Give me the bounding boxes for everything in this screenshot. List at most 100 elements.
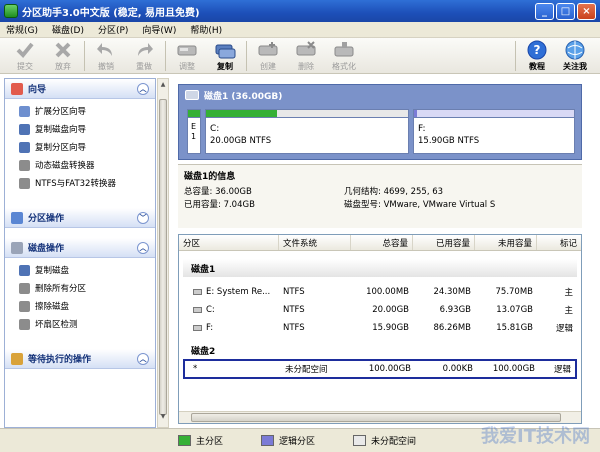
used-capacity: 已用容量: 7.04GB — [184, 200, 255, 210]
x-icon — [52, 40, 74, 60]
disk-op-copy[interactable]: 复制磁盘 — [19, 261, 155, 279]
cell-flag: 主 — [564, 306, 573, 316]
partition-ops-header[interactable]: 分区操作 ﹀ — [5, 208, 155, 228]
table-header: 分区 文件系统 总容量 已用容量 未用容量 标记 — [179, 235, 581, 251]
wizard-item-label: 扩展分区向导 — [35, 107, 87, 117]
toolbar-separator — [515, 41, 516, 71]
disk-geometry: 几何结构: 4699, 255, 63 — [344, 187, 444, 197]
column-header[interactable]: 文件系统 — [279, 235, 351, 250]
format-button[interactable]: 格式化 — [325, 38, 363, 74]
disk-icon — [11, 241, 23, 254]
legend-logical: 逻辑分区 — [261, 434, 315, 447]
check-icon — [19, 318, 30, 330]
table-row[interactable]: C: NTFS 20.00GB 6.93GB 13.07GB 主 — [179, 301, 581, 319]
left-panel: 向导 ︿ 扩展分区向导 复制磁盘向导 复制分区向导 动态磁盘转换器 NTFS与F… — [4, 78, 156, 428]
legend-label: 逻辑分区 — [279, 437, 316, 447]
chevron-up-icon[interactable]: ︿ — [137, 352, 149, 365]
wizard-item-copy-disk[interactable]: 复制磁盘向导 — [19, 120, 155, 138]
menu-help[interactable]: 帮助(H) — [190, 23, 222, 36]
adjust-button[interactable]: 调整 — [168, 38, 206, 74]
discard-button[interactable]: 放弃 — [44, 38, 82, 74]
cell-used: 24.30MB — [433, 287, 472, 297]
disk-ops-header[interactable]: 磁盘操作 ︿ — [5, 238, 155, 258]
help-icon: ? — [526, 40, 548, 60]
cell-fs: NTFS — [283, 287, 305, 297]
scrollbar-thumb[interactable] — [159, 99, 167, 415]
disk-op-label: 复制磁盘 — [35, 266, 70, 276]
disk-op-bad-sector[interactable]: 坏扇区检测 — [19, 315, 155, 333]
partition-usage-bar — [206, 110, 408, 118]
undo-button[interactable]: 撤销 — [87, 38, 125, 74]
menu-disk[interactable]: 磁盘(D) — [52, 23, 84, 36]
close-button[interactable]: × — [577, 2, 596, 20]
table-row[interactable]: E: System Re... NTFS 100.00MB 24.30MB 75… — [179, 283, 581, 301]
create-button[interactable]: 创建 — [249, 38, 287, 74]
partition-c[interactable]: C: 20.00GB NTFS — [205, 109, 409, 154]
left-panel-scrollbar[interactable]: ▲ ▼ — [157, 78, 169, 428]
partition-letter: E — [191, 122, 197, 131]
cell-fs: NTFS — [283, 323, 305, 333]
pending-ops-title: 等待执行的操作 — [28, 355, 92, 365]
cell-partition: C: — [206, 305, 215, 315]
scrollbar-thumb[interactable] — [191, 413, 561, 422]
chevron-up-icon[interactable]: ︿ — [137, 241, 149, 254]
cell-used: 86.26MB — [433, 323, 472, 333]
submit-button[interactable]: 提交 — [6, 38, 44, 74]
cell-total: 100.00GB — [368, 364, 411, 374]
disk-op-wipe[interactable]: 擦除磁盘 — [19, 297, 155, 315]
partition-name: C: — [210, 124, 220, 134]
wizard-item-extend[interactable]: 扩展分区向导 — [19, 102, 155, 120]
column-header[interactable]: 未用容量 — [475, 235, 537, 250]
partition-f[interactable]: F: 15.90GB NTFS — [413, 109, 575, 154]
partition-usage-bar — [188, 110, 200, 118]
maximize-button[interactable]: □ — [556, 2, 575, 20]
disk-model: 磁盘型号: VMware, VMware Virtual S — [344, 200, 496, 210]
disk-ops-title: 磁盘操作 — [28, 244, 65, 254]
convert-icon — [19, 177, 30, 189]
follow-button[interactable]: 关注我 — [556, 38, 594, 74]
chevron-up-icon[interactable]: ︿ — [137, 82, 149, 95]
scroll-up-arrow-icon[interactable]: ▲ — [159, 81, 167, 93]
chevron-down-icon[interactable]: ﹀ — [137, 211, 149, 224]
delete-button[interactable]: 删除 — [287, 38, 325, 74]
column-header[interactable]: 总容量 — [351, 235, 413, 250]
column-header[interactable]: 分区 — [179, 235, 279, 250]
follow-label: 关注我 — [563, 62, 587, 71]
menu-wizard[interactable]: 向导(W) — [142, 23, 176, 36]
toolbar-separator — [246, 41, 247, 71]
toolbar-separator — [84, 41, 85, 71]
wizard-item-dynamic-disk[interactable]: 动态磁盘转换器 — [19, 156, 155, 174]
table-horizontal-scrollbar[interactable] — [179, 411, 581, 423]
column-header[interactable]: 标记 — [537, 235, 581, 250]
disk-info-panel: 磁盘1的信息 总容量: 36.00GB 几何结构: 4699, 255, 63 … — [178, 164, 582, 228]
table-row-selected[interactable]: * 未分配空间 100.00GB 0.00KB 100.00GB 逻辑 — [183, 359, 577, 379]
disk-op-delete-all[interactable]: 删除所有分区 — [19, 279, 155, 297]
disk-map-title: 磁盘1 (36.00GB) — [204, 91, 283, 102]
copy-disk-icon — [19, 123, 30, 135]
redo-button[interactable]: 重做 — [125, 38, 163, 74]
drive-resize-icon — [176, 40, 198, 60]
tutorial-button[interactable]: ? 教程 — [518, 38, 556, 74]
pending-ops-header[interactable]: 等待执行的操作 ︿ — [5, 349, 155, 369]
wizard-item-ntfs-fat32[interactable]: NTFS与FAT32转换器 — [19, 174, 155, 192]
wizard-item-label: 复制分区向导 — [35, 143, 87, 153]
undo-label: 撤销 — [98, 62, 114, 71]
drive-icon — [193, 306, 202, 313]
drive-delete-icon — [295, 40, 317, 60]
copy-button[interactable]: 复制 — [206, 38, 244, 74]
delete-icon — [19, 282, 30, 294]
partition-system[interactable]: E 1 — [187, 109, 201, 154]
cell-total: 15.90GB — [372, 323, 409, 333]
total-capacity: 总容量: 36.00GB — [184, 187, 252, 197]
scroll-down-arrow-icon[interactable]: ▼ — [159, 413, 167, 425]
redo-icon — [133, 40, 155, 60]
tutorial-label: 教程 — [529, 62, 545, 71]
menu-general[interactable]: 常规(G) — [6, 23, 38, 36]
wizard-item-copy-partition[interactable]: 复制分区向导 — [19, 138, 155, 156]
menu-partition[interactable]: 分区(P) — [98, 23, 128, 36]
minimize-button[interactable]: _ — [535, 2, 554, 20]
table-row[interactable]: F: NTFS 15.90GB 86.26MB 15.81GB 逻辑 — [179, 319, 581, 337]
partition-icon — [11, 211, 23, 224]
column-header[interactable]: 已用容量 — [413, 235, 475, 250]
wizard-section-header[interactable]: 向导 ︿ — [5, 79, 155, 99]
